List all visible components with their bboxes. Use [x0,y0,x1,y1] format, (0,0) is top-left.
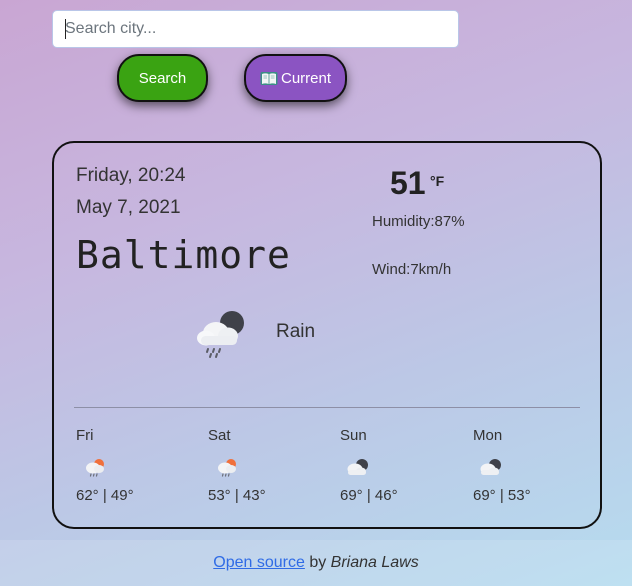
forecast-day-sun: Sun [340,427,367,444]
rain-sun-icon [218,459,236,477]
forecast-day-sat: Sat [208,427,231,444]
forecast-day-mon: Mon [473,427,503,444]
date: May 7, 2021 [76,197,181,218]
footer: Open source by Briana Laws [0,540,632,586]
divider [74,407,580,408]
rain-night-icon [197,311,244,358]
author-name: Briana Laws [330,554,419,571]
temperature: 51 [390,165,426,201]
cloud-night-icon [480,459,501,475]
temperature-unit[interactable]: °F [430,173,444,189]
open-source-link[interactable]: Open source [213,554,305,571]
current-location-button[interactable]: Current [244,54,347,102]
wind: Wind:7km/h [372,261,452,278]
forecast-temps-mon: 69° | 53° [473,487,531,504]
weather-card: Friday, 20:24 May 7, 2021 Baltimore 51 °… [52,141,602,529]
forecast-temps-fri: 62° | 49° [76,487,134,504]
footer-by-text: by [304,554,331,571]
book-icon [260,71,278,85]
weather-description: Rain [276,321,316,342]
day-time: Friday, 20:24 [76,165,186,186]
humidity: Humidity:87% [372,213,465,230]
current-button-label: Current [280,69,332,87]
search-input[interactable] [52,10,459,48]
search-button[interactable]: Search [117,54,208,102]
rain-sun-icon [86,459,104,477]
city-name: Baltimore [76,233,291,277]
forecast-day-fri: Fri [76,427,94,444]
forecast-temps-sat: 53° | 43° [208,487,266,504]
forecast-temps-sun: 69° | 46° [340,487,398,504]
text-caret [65,19,66,39]
search-button-label: Search [138,69,187,87]
cloud-night-icon [347,459,368,475]
